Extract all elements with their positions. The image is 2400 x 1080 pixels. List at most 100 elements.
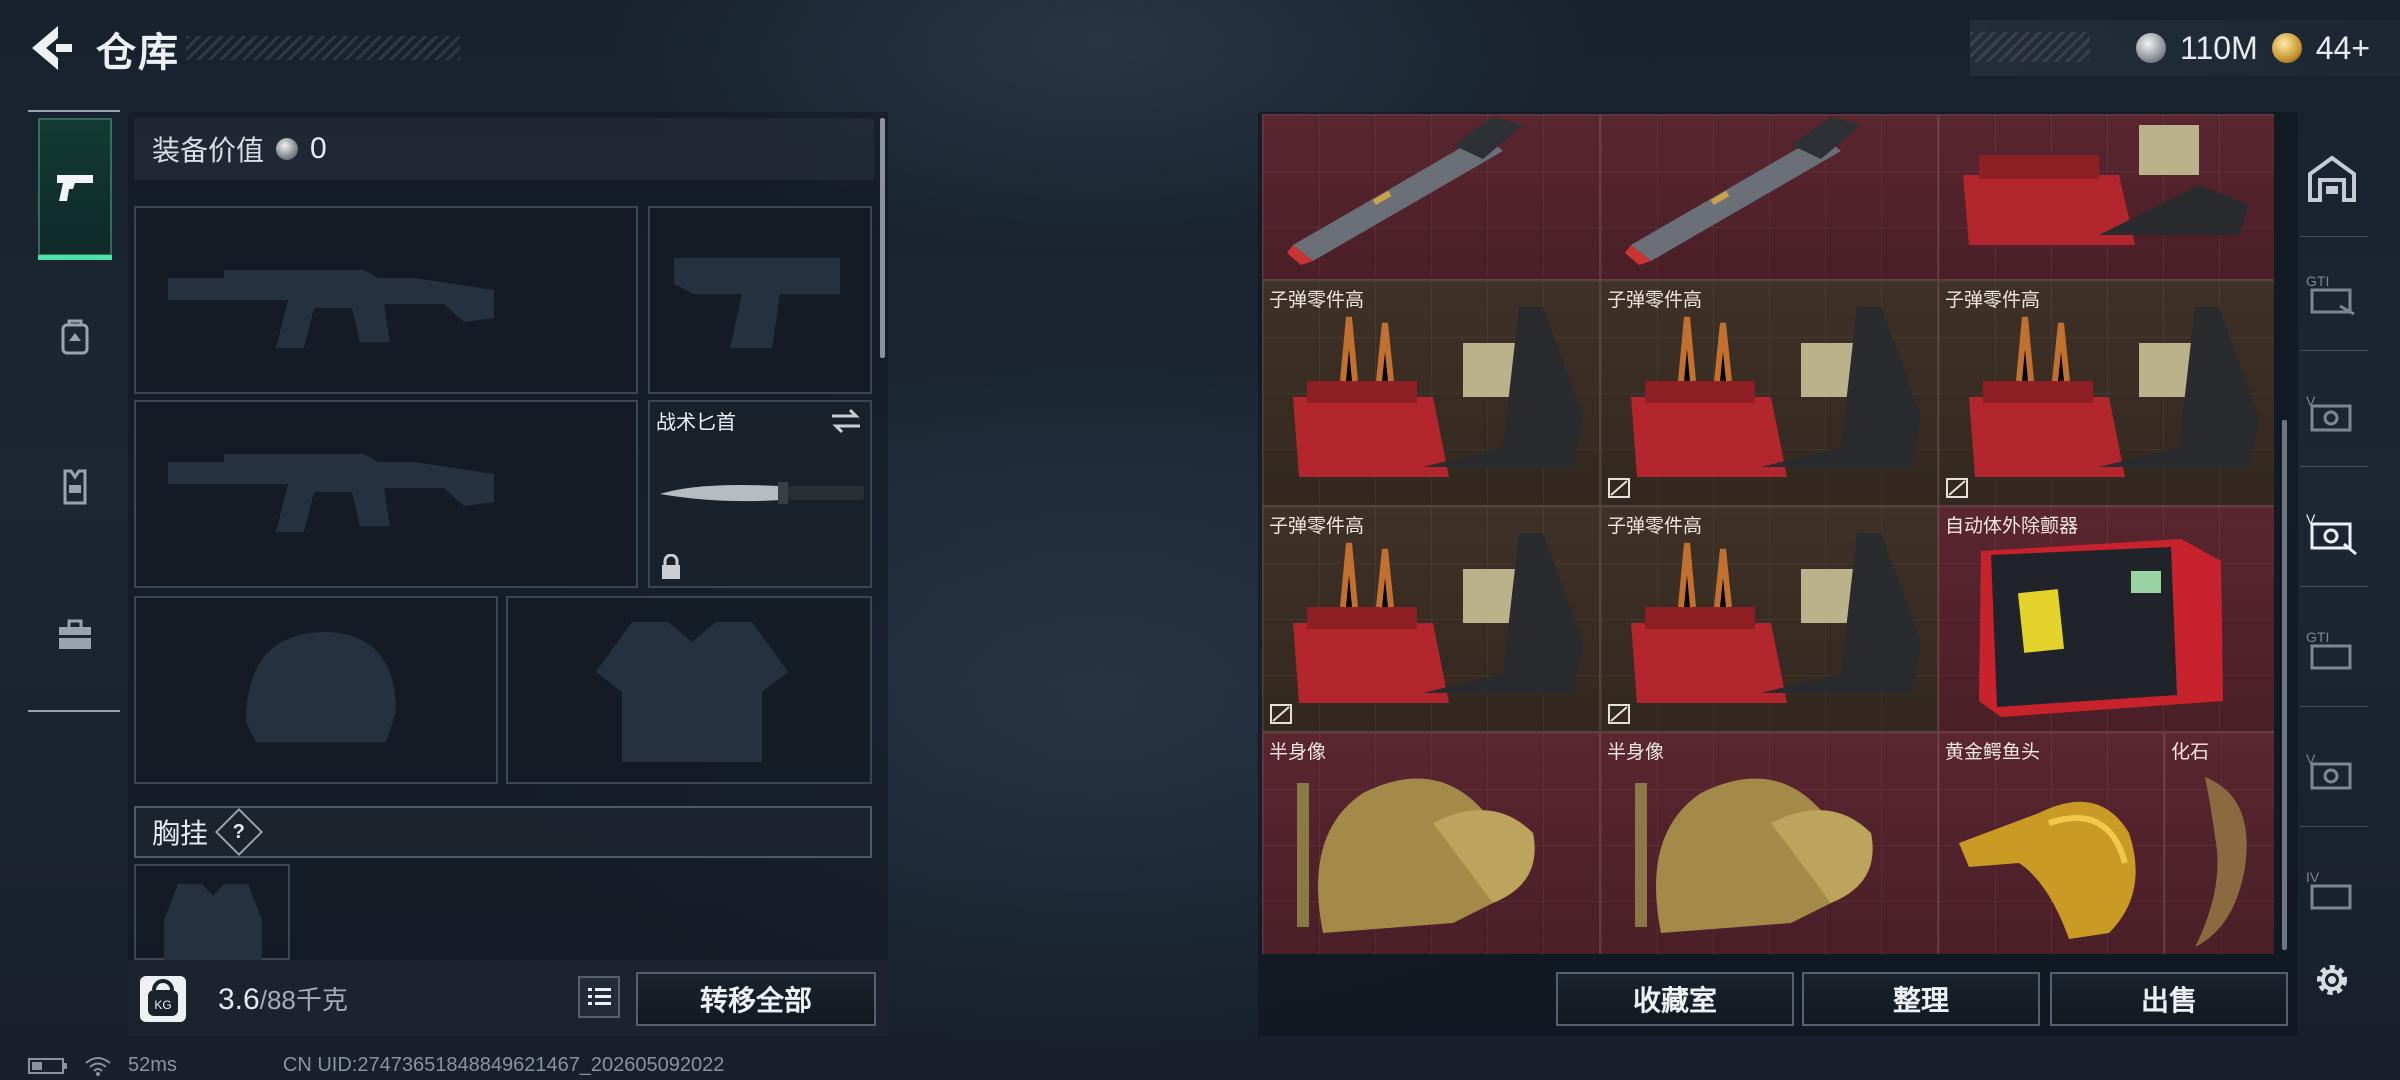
status-footer: 52ms CN UID:2747365184884962146​7_202605… [28,1054,724,1077]
equipment-value-label: 装备价值 [152,135,265,166]
kettlebell-icon: KG [148,979,178,1016]
bound-tag-icon [1608,478,1630,498]
backpack-icon [61,319,89,355]
sell-button[interactable]: 出售 [2050,972,2288,1026]
vest-icon [63,469,87,505]
category-tools[interactable] [38,566,112,704]
bust-image [1297,778,1535,933]
weight-capacity: /88千克 [259,985,348,1015]
storage-item[interactable] [1262,114,1600,280]
currency-decoration [1970,32,2090,62]
silver-coin-icon [2136,33,2167,63]
rail-divider [28,110,120,112]
storage-tab-v-3[interactable]: V [2296,736,2368,808]
category-armor[interactable] [38,418,112,556]
storage-item[interactable]: 子弹零件高 [1600,280,1938,506]
storage-item[interactable]: 半身像 [1600,732,1938,954]
bound-tag-icon [1946,478,1968,498]
storage-item[interactable]: 子弹零件高 [1600,506,1938,732]
storage-tab-v-1[interactable]: V [2296,378,2368,450]
storage-tab-gti-1[interactable]: GTI [2296,258,2368,330]
ammo-parts-image [1631,307,1921,477]
svg-text:GTI: GTI [2306,273,2329,289]
bound-tag-icon [1270,704,1292,724]
v-case-icon: V [2306,511,2357,556]
chest-rig-silhouette-icon [164,884,262,960]
ammo-parts-image [1293,307,1583,477]
weight-icon: KG [140,976,186,1022]
sort-button[interactable]: 整理 [1802,972,2040,1026]
storage-tab-v-2[interactable]: V [2296,496,2368,568]
pistol-silhouette-icon [674,258,840,348]
knife-label: 战术匕首 [656,412,736,434]
storage-tab-warehouse[interactable] [2296,142,2368,214]
rifle-silhouette-icon [168,454,494,532]
storage-item[interactable] [1938,114,2274,280]
category-backpack[interactable] [38,268,112,406]
category-rail [28,110,122,712]
missile-image [1287,117,1523,265]
silver-amount: 110M [2180,29,2258,66]
storage-item[interactable]: 黄金鳄鱼头 [1938,732,2164,954]
loadout-scrollbar[interactable] [880,118,885,358]
list-view-button[interactable] [578,976,620,1018]
warehouse-icon [2308,155,2356,202]
back-arrow-icon [32,26,72,70]
transfer-all-button[interactable]: 转移全部 [636,972,876,1026]
tab-divider [2300,350,2368,351]
storage-item[interactable]: 自动体外除颤器 [1938,506,2274,732]
equipment-value-amount: 0 [310,132,327,165]
storage-item[interactable]: 子弹零件高 [1938,280,2274,506]
svg-text:IV: IV [2306,869,2320,885]
weight-readout: 3.6/88千克 [218,980,348,1017]
helmet-slot[interactable] [134,596,498,784]
back-button[interactable] [28,22,76,74]
storage-item[interactable] [1600,114,1938,280]
armor-slot[interactable] [506,596,872,784]
bound-tag-icon [1608,704,1630,724]
swap-icon[interactable] [830,408,862,434]
sidearm-slot[interactable] [648,206,872,394]
ammo-parts-image [1293,533,1583,703]
chest-rig-slot[interactable] [134,864,290,960]
lock-icon [662,554,680,579]
tab-divider [2300,826,2368,827]
storage-item[interactable]: 化石 [2164,732,2274,954]
weight-icon-text: KG [154,998,171,1012]
settings-button[interactable] [2296,944,2368,1016]
storage-tab-iv[interactable]: IV [2296,854,2368,926]
collection-button[interactable]: 收藏室 [1556,972,1794,1026]
equipment-value: 装备价值 0 [134,118,874,180]
storage-tab-gti-2[interactable]: GTI [2296,614,2368,686]
category-weapons[interactable] [38,118,112,260]
fossil-image [2195,777,2247,947]
chest-rig-label: 胸挂 [152,818,209,849]
gold-coin-icon [2271,33,2302,63]
v-case-icon: V [2306,751,2352,790]
chest-rig-header: 胸挂 ? [134,806,872,858]
ammo-parts-image [1963,125,2249,245]
storage-item[interactable]: 半身像 [1262,732,1600,954]
helmet-silhouette-icon [246,632,396,742]
storage-item[interactable]: 子弹零件高 [1262,280,1600,506]
armor-silhouette-icon [596,622,788,762]
help-icon[interactable]: ? [214,807,264,857]
primary-weapon-slot[interactable] [134,206,638,394]
tab-divider [2300,586,2368,587]
knife-slot[interactable]: 战术匕首 [648,400,872,588]
gti-case-icon: GTI [2306,629,2352,670]
secondary-weapon-slot[interactable] [134,400,638,588]
v-case-icon: V [2306,393,2352,432]
gold-amount: 44+ [2315,29,2370,66]
toolbox-icon [59,619,91,649]
item-label: 化石 [2171,742,2210,763]
rail-divider [28,710,120,712]
list-icon [588,988,611,1005]
tab-divider [2300,236,2368,237]
storage-scrollbar[interactable] [2282,420,2287,950]
ammo-parts-image [1969,307,2259,477]
gear-icon [2317,965,2347,995]
tab-divider [2300,706,2368,707]
silver-coin-icon [276,138,299,160]
storage-item[interactable]: 子弹零件高 [1262,506,1600,732]
